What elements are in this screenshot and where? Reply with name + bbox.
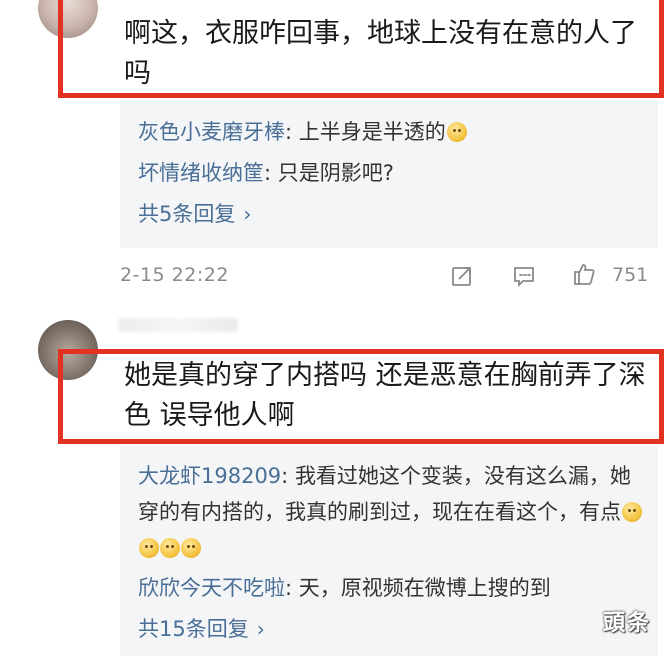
more-replies-link[interactable]: 共15条回复 › <box>138 611 646 647</box>
emoji-icon <box>160 538 180 558</box>
emoji-icon <box>622 502 642 522</box>
reply-username[interactable]: 坏情绪收纳筐 <box>138 161 264 185</box>
emoji-icon <box>181 538 201 558</box>
smile-emoji-icon <box>446 122 467 142</box>
highlight-box <box>58 349 664 444</box>
share-icon[interactable] <box>450 264 474 288</box>
reply-item[interactable]: 欣欣今天不吃啦: 天，原视频在微博上搜的到 <box>138 570 646 606</box>
watermark: 頭条 <box>602 611 651 636</box>
chevron-right-icon: › <box>256 617 265 641</box>
highlight-box <box>58 0 664 98</box>
emoji-icon <box>139 538 159 558</box>
reply-username[interactable]: 欣欣今天不吃啦 <box>138 576 285 600</box>
more-replies-link[interactable]: 共5条回复 › <box>138 196 646 232</box>
reply-text: 上半身是半透的 <box>298 120 446 144</box>
chevron-right-icon: › <box>243 202 252 226</box>
like-icon[interactable] <box>572 262 596 286</box>
reply-item[interactable]: 大龙虾198209: 我看过她这个变装，没有这么漏，她穿的有内搭的，我真的刷到过… <box>138 458 646 566</box>
comment-meta: 2-15 22:22 751 <box>120 262 660 292</box>
reply-panel: 灰色小麦磨牙棒: 上半身是半透的 坏情绪收纳筐: 只是阴影吧? 共5条回复 › <box>120 100 658 248</box>
like-count: 751 <box>612 264 649 286</box>
reply-panel: 大龙虾198209: 我看过她这个变装，没有这么漏，她穿的有内搭的，我真的刷到过… <box>120 446 658 656</box>
reply-item[interactable]: 坏情绪收纳筐: 只是阴影吧? <box>138 155 646 191</box>
reply-text: 只是阴影吧? <box>277 161 394 185</box>
reply-item[interactable]: 灰色小麦磨牙棒: 上半身是半透的 <box>138 114 646 150</box>
reply-username[interactable]: 灰色小麦磨牙棒 <box>138 120 285 144</box>
comment-icon[interactable] <box>512 264 536 288</box>
blurred-username <box>118 318 238 332</box>
reply-username[interactable]: 大龙虾198209 <box>138 464 281 488</box>
timestamp: 2-15 22:22 <box>120 264 229 286</box>
reply-text: 天，原视频在微博上搜的到 <box>298 576 551 600</box>
